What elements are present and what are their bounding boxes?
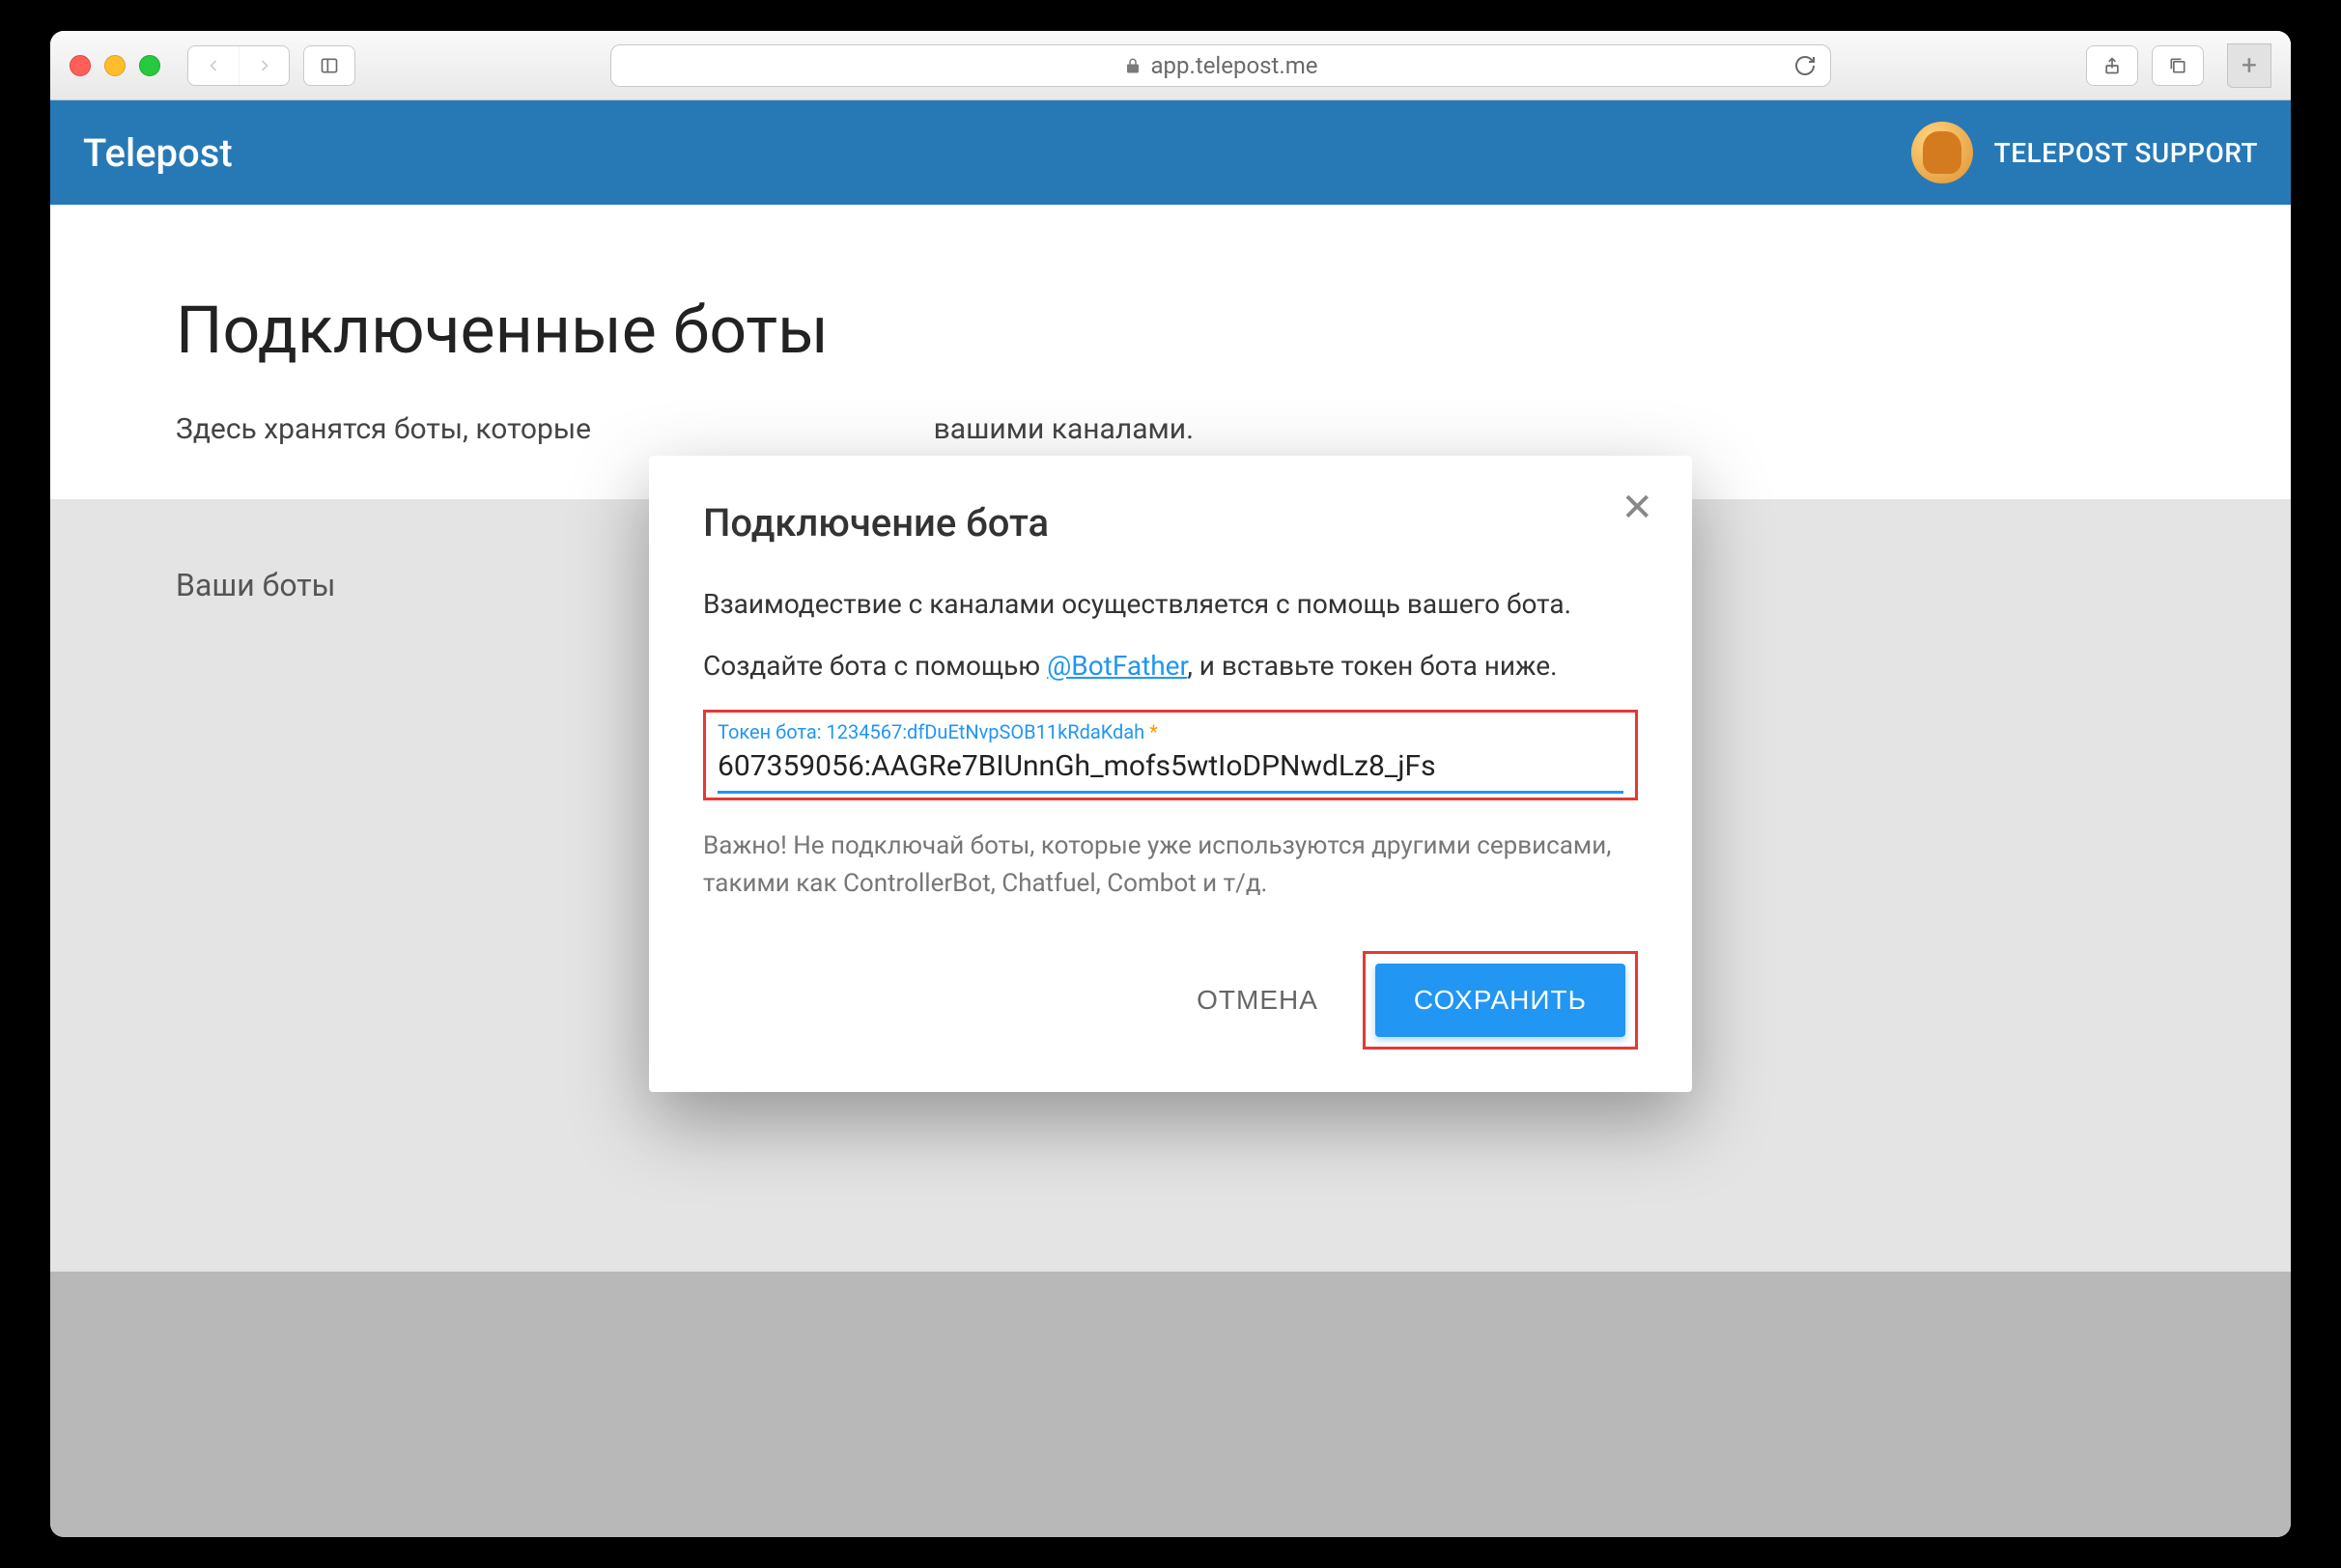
nav-button-group bbox=[187, 45, 290, 86]
browser-window: app.telepost.me + Telepost TELEPOST SUPP… bbox=[50, 31, 2291, 1537]
user-name-label: TELEPOST SUPPORT bbox=[1994, 137, 2258, 169]
connect-bot-dialog: ✕ Подключение бота Взаимодествие с канал… bbox=[649, 456, 1692, 1092]
chrome-right-controls: + bbox=[2086, 43, 2271, 88]
required-asterisk: * bbox=[1149, 720, 1158, 743]
browser-toolbar: app.telepost.me + bbox=[50, 31, 2291, 100]
avatar bbox=[1911, 122, 1973, 183]
token-input-highlight: Токен бота: 1234567:dfDuEtNvpSOB11kRdaKd… bbox=[703, 710, 1638, 800]
close-window-icon[interactable] bbox=[70, 55, 91, 76]
save-button[interactable]: СОХРАНИТЬ bbox=[1375, 964, 1625, 1037]
dialog-backdrop: ✕ Подключение бота Взаимодествие с канал… bbox=[50, 205, 2291, 1537]
close-icon[interactable]: ✕ bbox=[1621, 489, 1653, 527]
url-bar[interactable]: app.telepost.me bbox=[610, 44, 1831, 87]
sidebar-toggle-group bbox=[303, 45, 355, 86]
tabs-button[interactable] bbox=[2153, 46, 2203, 85]
url-text: app.telepost.me bbox=[1151, 52, 1318, 79]
dialog-text-2: Создайте бота с помощью @BotFather, и вс… bbox=[703, 646, 1638, 686]
dialog-text-1: Взаимодествие с каналами осуществляется … bbox=[703, 584, 1638, 625]
new-tab-button[interactable]: + bbox=[2227, 43, 2271, 88]
back-button[interactable] bbox=[188, 46, 239, 85]
maximize-window-icon[interactable] bbox=[139, 55, 160, 76]
minimize-window-icon[interactable] bbox=[104, 55, 126, 76]
dialog-note: Важно! Не подключай боты, которые уже ис… bbox=[703, 827, 1638, 903]
cancel-button[interactable]: ОТМЕНА bbox=[1181, 964, 1334, 1037]
app-header: Telepost TELEPOST SUPPORT bbox=[50, 100, 2291, 205]
botfather-link[interactable]: @BotFather bbox=[1047, 650, 1187, 682]
refresh-icon[interactable] bbox=[1793, 54, 1817, 77]
save-button-highlight: СОХРАНИТЬ bbox=[1363, 951, 1638, 1050]
forward-button[interactable] bbox=[239, 46, 289, 85]
window-controls bbox=[70, 55, 160, 76]
sidebar-toggle-button[interactable] bbox=[304, 46, 354, 85]
content-area: Подключенные боты Здесь хранятся боты, к… bbox=[50, 205, 2291, 1537]
token-input[interactable] bbox=[718, 745, 1623, 794]
app-logo-text[interactable]: Telepost bbox=[83, 130, 233, 176]
user-menu[interactable]: TELEPOST SUPPORT bbox=[1911, 122, 2258, 183]
dialog-actions: ОТМЕНА СОХРАНИТЬ bbox=[703, 951, 1638, 1050]
lock-icon bbox=[1124, 57, 1142, 74]
token-input-label: Токен бота: 1234567:dfDuEtNvpSOB11kRdaKd… bbox=[718, 720, 1623, 743]
share-button[interactable] bbox=[2087, 46, 2137, 85]
dialog-title: Подключение бота bbox=[703, 500, 1638, 546]
